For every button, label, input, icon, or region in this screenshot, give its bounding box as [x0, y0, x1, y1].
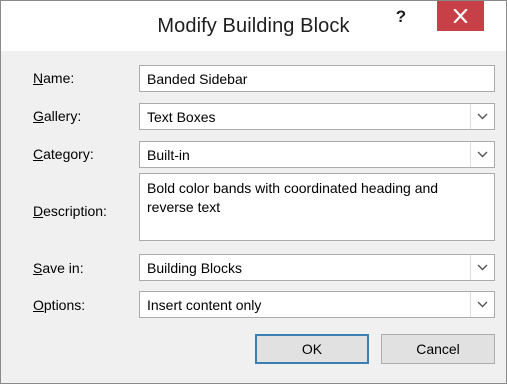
dialog-body: Name: Banded Sidebar Gallery: Text Boxes…	[1, 51, 506, 383]
options-label: Options:	[33, 297, 86, 313]
options-dropdown-value: Insert content only	[147, 297, 262, 313]
save-in-label: Save in:	[33, 260, 84, 276]
dialog-title: Modify Building Block	[157, 15, 350, 37]
gallery-label: Gallery:	[33, 108, 82, 124]
category-label: Category:	[33, 146, 94, 162]
options-dropdown-arrow[interactable]	[470, 292, 494, 317]
ok-button[interactable]: OK	[255, 334, 369, 364]
chevron-down-icon	[477, 151, 488, 158]
gallery-dropdown-arrow[interactable]	[470, 104, 494, 129]
name-field-value: Banded Sidebar	[147, 71, 248, 87]
modify-building-block-dialog: Modify Building Block ? Name: Banded Sid…	[0, 0, 507, 384]
gallery-dropdown-value: Text Boxes	[147, 109, 216, 125]
name-label: Name:	[33, 70, 75, 86]
save-in-dropdown-value: Building Blocks	[147, 260, 242, 276]
help-button[interactable]: ?	[387, 4, 415, 30]
chevron-down-icon	[477, 264, 488, 271]
category-dropdown[interactable]: Built-in	[139, 141, 495, 168]
description-text: Bold color bands with coordinated headin…	[147, 180, 439, 215]
options-dropdown[interactable]: Insert content only	[139, 291, 495, 318]
chevron-down-icon	[477, 301, 488, 308]
save-in-dropdown[interactable]: Building Blocks	[139, 254, 495, 281]
category-dropdown-value: Built-in	[147, 147, 190, 163]
description-label: Description:	[33, 203, 107, 219]
gallery-dropdown[interactable]: Text Boxes	[139, 103, 495, 130]
cancel-button[interactable]: Cancel	[381, 334, 495, 364]
chevron-down-icon	[477, 113, 488, 120]
save-in-dropdown-arrow[interactable]	[470, 255, 494, 280]
description-textarea[interactable]: Bold color bands with coordinated headin…	[139, 173, 495, 241]
title-bar: Modify Building Block ?	[1, 1, 506, 51]
name-field[interactable]: Banded Sidebar	[139, 65, 495, 92]
close-button[interactable]	[437, 1, 484, 31]
close-x-icon	[453, 9, 468, 23]
category-dropdown-arrow[interactable]	[470, 142, 494, 167]
